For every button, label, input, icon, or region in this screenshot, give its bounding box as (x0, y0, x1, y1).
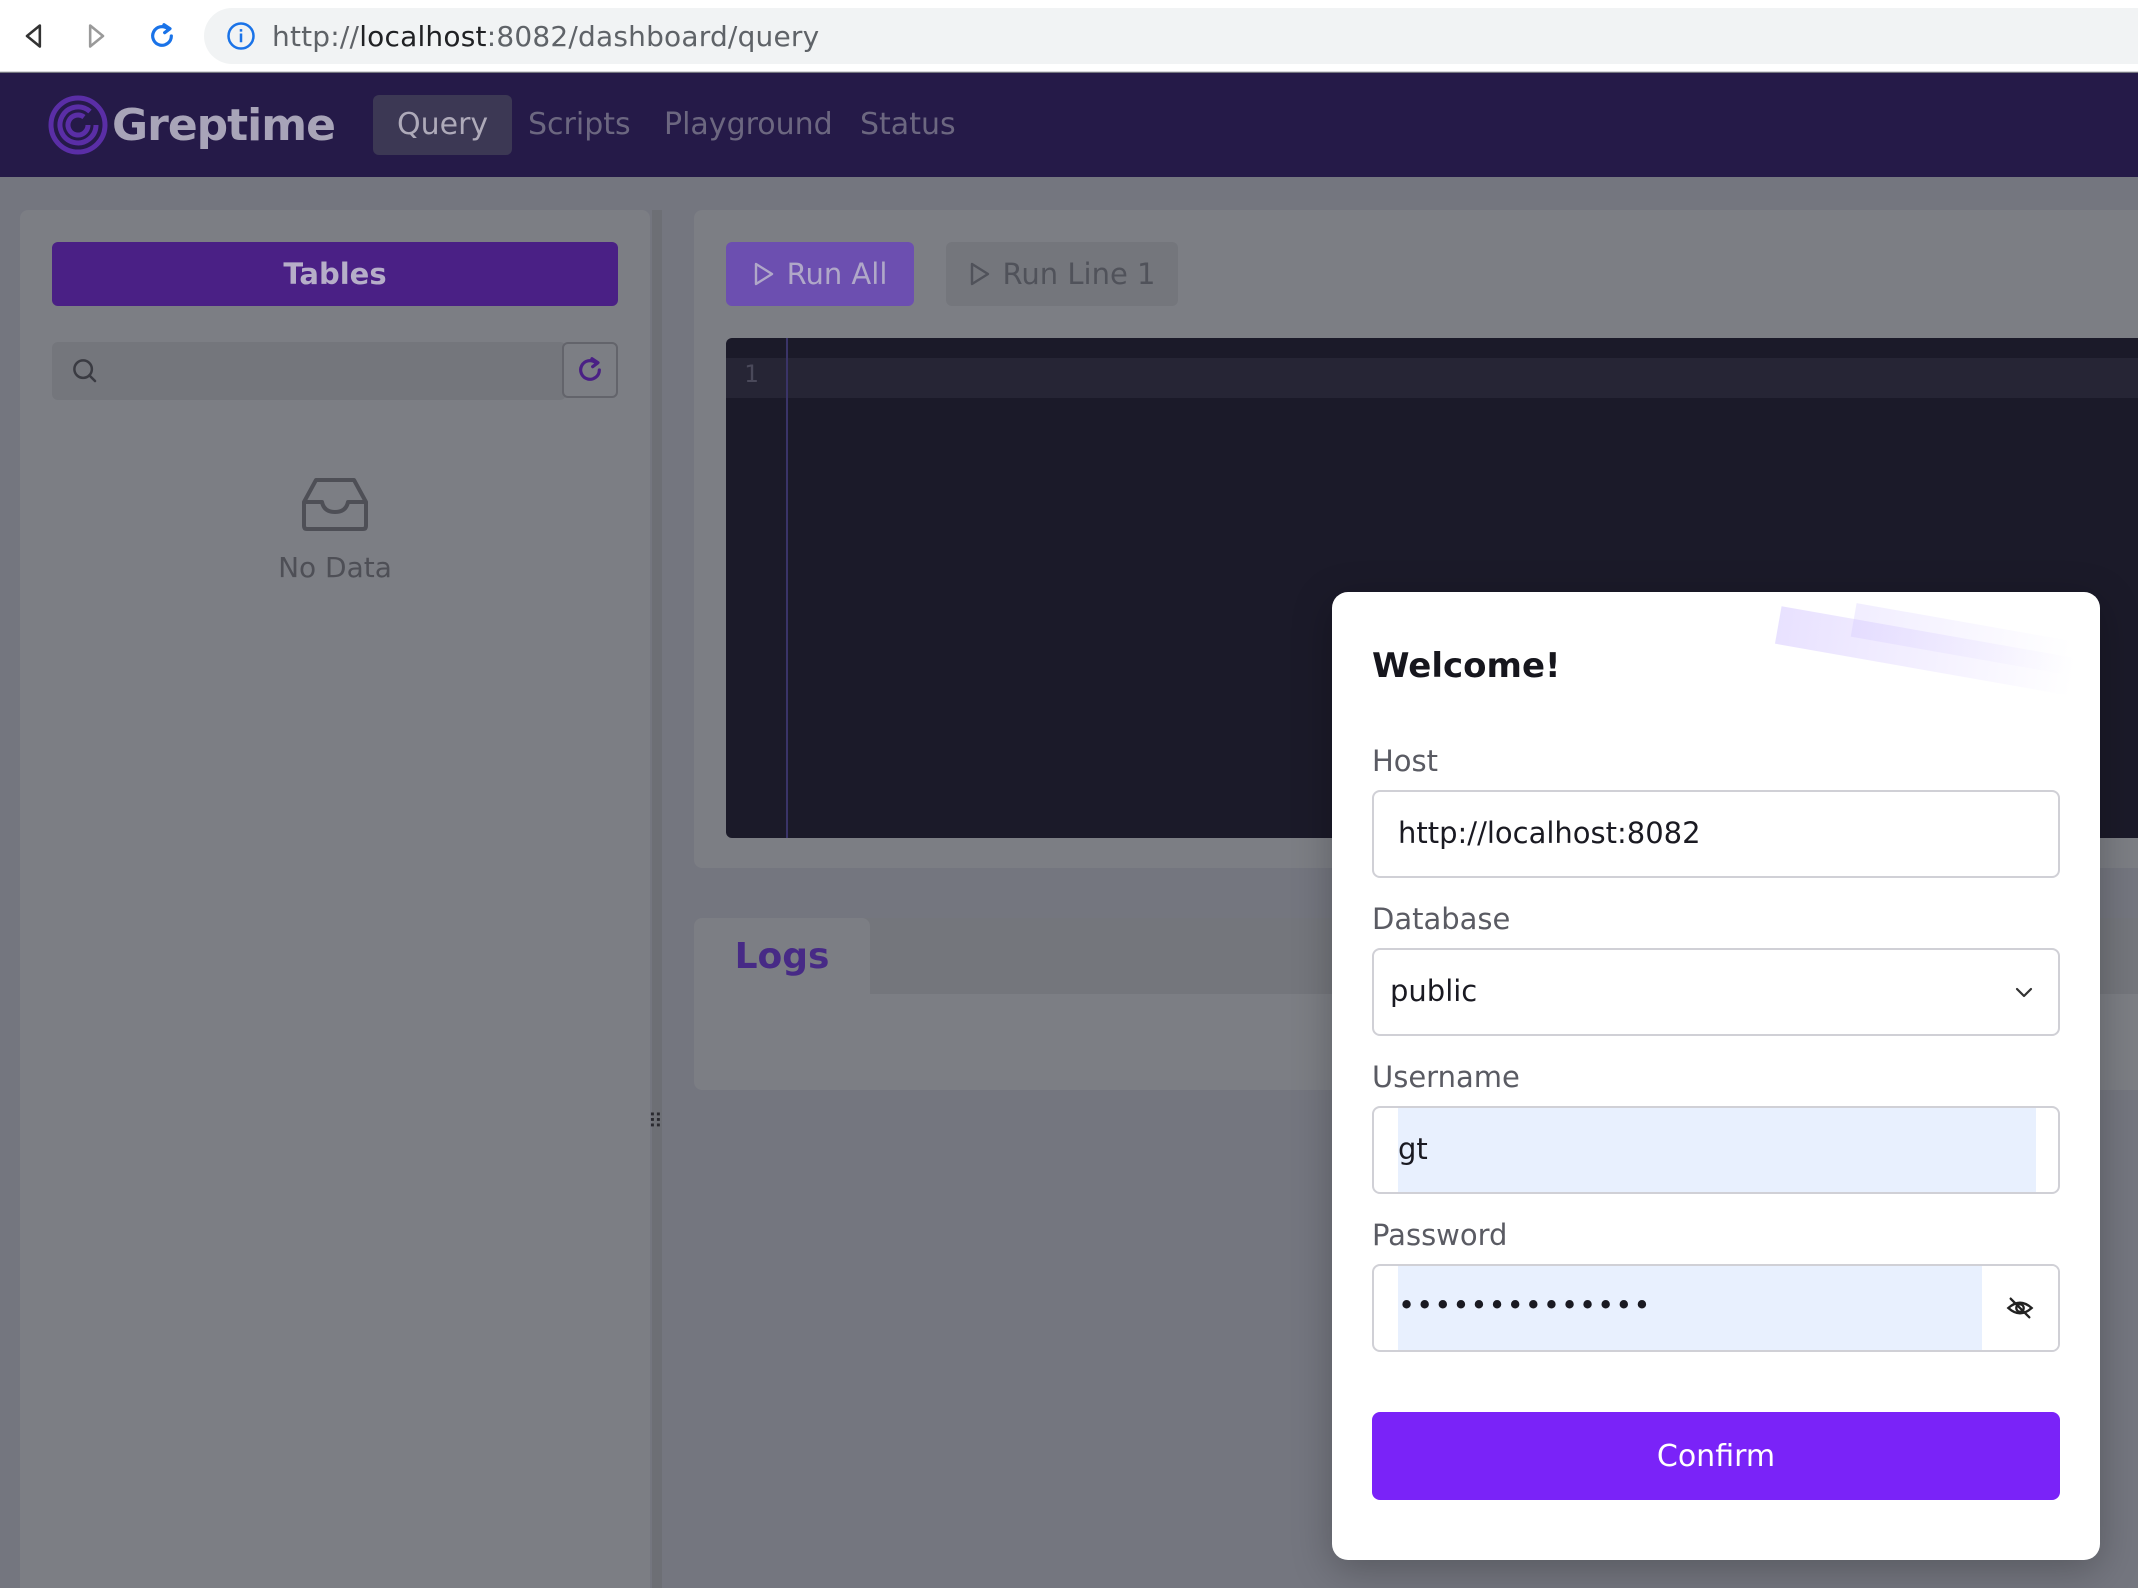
nav-tab-query[interactable]: Query (373, 95, 513, 155)
table-search-input[interactable] (52, 342, 566, 400)
forward-arrow-icon (88, 24, 105, 48)
password-label: Password (1372, 1218, 1508, 1252)
run-line-label: Run Line 1 (1002, 257, 1156, 291)
search-icon (73, 359, 97, 383)
url-host: localhost (359, 19, 487, 53)
address-bar[interactable]: http://localhost:8082/dashboard/query (204, 8, 2138, 64)
browser-back-button[interactable] (12, 14, 56, 58)
nav-tab-scripts[interactable]: Scripts (504, 95, 655, 155)
run-all-button[interactable]: Run All (726, 242, 914, 306)
confirm-button[interactable]: Confirm (1372, 1412, 2060, 1500)
browser-toolbar: http://localhost:8082/dashboard/query (0, 0, 2138, 72)
greptime-logo[interactable]: Greptime (48, 95, 336, 155)
active-line-highlight (726, 358, 2138, 398)
play-icon (970, 262, 989, 286)
play-icon (754, 262, 773, 286)
browser-forward-button[interactable] (74, 14, 118, 58)
host-label: Host (1372, 744, 1439, 778)
url-text: http://localhost:8082/dashboard/query (272, 20, 819, 53)
tables-empty-state: No Data (20, 476, 650, 584)
panel-splitter[interactable] (652, 210, 662, 1588)
info-icon (227, 22, 255, 50)
username-label: Username (1372, 1060, 1520, 1094)
reload-icon (151, 23, 173, 47)
username-input[interactable]: gt (1372, 1106, 2060, 1194)
refresh-tables-button[interactable] (562, 342, 618, 398)
login-modal: Welcome! Host http://localhost:8082 Data… (1332, 592, 2100, 1560)
modal-title: Welcome! (1372, 646, 1561, 686)
host-value: http://localhost:8082 (1398, 816, 1701, 850)
no-data-text: No Data (278, 551, 392, 584)
database-select[interactable]: public (1372, 948, 2060, 1036)
gutter-divider (786, 338, 788, 838)
tab-logs[interactable]: Logs (694, 918, 870, 994)
refresh-icon (579, 357, 601, 381)
url-path: :8082/dashboard/query (486, 19, 820, 53)
nav-tab-playground[interactable]: Playground (640, 95, 857, 155)
nav-tab-status[interactable]: Status (836, 95, 980, 155)
run-line-button[interactable]: Run Line 1 (946, 242, 1178, 306)
greptime-logo-icon (48, 95, 108, 155)
drag-handle-icon[interactable]: ⠿ (648, 1112, 663, 1132)
app-header: Greptime Query Scripts Playground Status (0, 73, 2138, 177)
host-input[interactable]: http://localhost:8082 (1372, 790, 2060, 878)
username-value: gt (1398, 1132, 1428, 1166)
tables-sidebar: Tables No Data (20, 210, 650, 1588)
toggle-password-visibility-button[interactable] (1982, 1266, 2058, 1350)
tables-button[interactable]: Tables (52, 242, 618, 306)
eye-off-icon (2006, 1297, 2034, 1319)
chevron-down-icon (2015, 987, 2033, 998)
autofill-highlight (1398, 1108, 2036, 1192)
database-label: Database (1372, 902, 1511, 936)
run-all-label: Run All (786, 257, 888, 291)
database-value: public (1390, 974, 1478, 1008)
password-value: •••••••••••••• (1398, 1288, 1652, 1322)
browser-reload-button[interactable] (140, 14, 184, 58)
back-arrow-icon (25, 24, 42, 48)
line-number: 1 (744, 360, 759, 388)
inbox-icon (302, 478, 368, 531)
url-scheme: http:// (272, 19, 360, 53)
password-input[interactable]: •••••••••••••• (1372, 1264, 2060, 1352)
logo-text: Greptime (112, 99, 336, 151)
